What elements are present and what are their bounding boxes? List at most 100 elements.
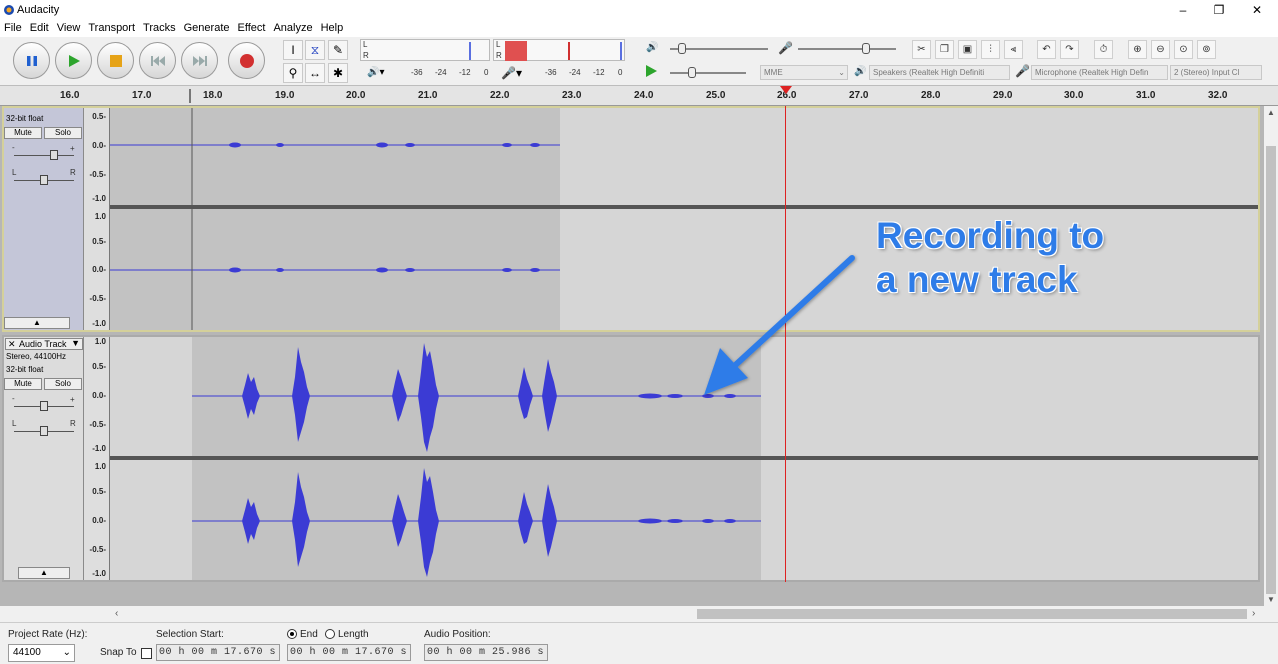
trim-button[interactable]: ⫶ xyxy=(981,40,1000,59)
maximize-button[interactable]: ❐ xyxy=(1204,2,1234,18)
sync-lock-button[interactable]: ⏱ xyxy=(1094,40,1113,59)
track-2-control-panel[interactable]: ✕ Audio Track ▼ Stereo, 44100Hz 32-bit f… xyxy=(4,337,84,580)
horizontal-scroll-thumb[interactable] xyxy=(697,609,1247,619)
time-shift-tool[interactable]: ↔ xyxy=(305,63,325,83)
timeline-ruler[interactable]: 16.0 17.0 18.0 19.0 20.0 21.0 22.0 23.0 … xyxy=(0,86,1278,106)
audio-track-2[interactable]: ✕ Audio Track ▼ Stereo, 44100Hz 32-bit f… xyxy=(2,335,1260,582)
track-2-name-menu[interactable]: ✕ Audio Track ▼ xyxy=(5,338,83,350)
recording-meter[interactable]: L R xyxy=(360,39,490,61)
playback-meter[interactable]: L R xyxy=(493,39,625,61)
fit-project-button[interactable]: ⊚ xyxy=(1197,40,1216,59)
fit-selection-icon: ⊙ xyxy=(1179,44,1188,55)
track-1-solo-button[interactable]: Solo xyxy=(44,127,82,139)
track-2-collapse-button[interactable]: ▲ xyxy=(18,567,70,579)
track-1-amplitude-scale[interactable]: 0.5- 0.0- -0.5- -1.0 1.0 0.5- 0.0- -0.5-… xyxy=(84,108,110,330)
track-1-collapse-button[interactable]: ▲ xyxy=(4,317,70,329)
ruler-tick: 29.0 xyxy=(993,90,1013,101)
close-button[interactable]: ✕ xyxy=(1242,2,1272,18)
recording-volume-slider[interactable] xyxy=(798,43,896,54)
multi-tool[interactable]: ✱ xyxy=(328,63,348,83)
menu-analyze[interactable]: Analyze xyxy=(269,20,316,34)
undo-button[interactable]: ↶ xyxy=(1037,40,1056,59)
rec-volume-icon[interactable]: 🔊▾ xyxy=(367,67,384,78)
stop-button[interactable] xyxy=(97,42,134,79)
gain-thumb[interactable] xyxy=(40,401,48,411)
gain-thumb[interactable] xyxy=(50,150,58,160)
pause-button[interactable] xyxy=(13,42,50,79)
menu-generate[interactable]: Generate xyxy=(180,20,234,34)
selection-start-field[interactable]: 00 h 00 m 17.670 s xyxy=(156,644,280,661)
menu-transport[interactable]: Transport xyxy=(84,20,139,34)
scale-label: -1.0 xyxy=(92,569,106,578)
end-radio[interactable] xyxy=(287,629,297,639)
playback-device-select[interactable]: Speakers (Realtek High Definiti xyxy=(869,65,1010,80)
horizontal-scrollbar[interactable]: ‹ › xyxy=(0,606,1264,622)
zoom-in-button[interactable]: ⊕ xyxy=(1128,40,1147,59)
skip-to-start-button[interactable] xyxy=(139,42,176,79)
record-button[interactable] xyxy=(228,42,265,79)
paste-button[interactable]: ▣ xyxy=(958,40,977,59)
redo-button[interactable]: ↷ xyxy=(1060,40,1079,59)
envelope-tool[interactable]: ⧖ xyxy=(305,40,325,60)
vertical-scroll-thumb[interactable] xyxy=(1266,146,1276,594)
track-2-solo-button[interactable]: Solo xyxy=(44,378,82,390)
scale-label: 1.0 xyxy=(94,212,106,221)
length-radio[interactable] xyxy=(325,629,335,639)
snap-to-checkbox[interactable] xyxy=(141,648,152,659)
vertical-scrollbar[interactable]: ▲ ▼ xyxy=(1264,106,1278,606)
channels-select[interactable]: 2 (Stereo) Input Cl xyxy=(1170,65,1262,80)
track-1-mute-button[interactable]: Mute xyxy=(4,127,42,139)
recording-device-value: Microphone (Realtek High Defin xyxy=(1035,68,1149,77)
zoom-out-button[interactable]: ⊖ xyxy=(1151,40,1170,59)
silence-icon: ⫷ xyxy=(1010,44,1017,55)
track-2-mute-button[interactable]: Mute xyxy=(4,378,42,390)
track-2-pan-slider[interactable] xyxy=(14,426,74,436)
track-2-format: 32-bit float xyxy=(6,365,44,374)
draw-tool[interactable]: ✎ xyxy=(328,40,348,60)
pan-thumb[interactable] xyxy=(40,426,48,436)
skip-to-end-button[interactable] xyxy=(181,42,218,79)
menu-tracks[interactable]: Tracks xyxy=(139,20,180,34)
tracks-panel[interactable]: 32-bit float Mute Solo - + L R ▲ 0.5- 0.… xyxy=(0,106,1264,606)
scroll-up-icon[interactable]: ▲ xyxy=(1267,108,1275,117)
audio-position-field[interactable]: 00 h 00 m 25.986 s xyxy=(424,644,548,661)
selection-tool[interactable]: I xyxy=(283,40,303,60)
track-1-control-panel[interactable]: 32-bit float Mute Solo - + L R ▲ xyxy=(4,108,84,330)
pan-thumb[interactable] xyxy=(40,175,48,185)
menu-file[interactable]: File xyxy=(0,20,26,34)
track-2-gain-slider[interactable] xyxy=(14,401,74,411)
track-2-waveform-area[interactable] xyxy=(110,337,1258,580)
zoom-tool[interactable]: ⚲ xyxy=(283,63,303,83)
recording-device-select[interactable]: Microphone (Realtek High Defin xyxy=(1031,65,1168,80)
recording-volume-thumb[interactable] xyxy=(862,43,870,54)
track-2-close-button[interactable]: ✕ xyxy=(8,339,16,350)
play-at-speed-button[interactable] xyxy=(643,63,663,81)
project-rate-select[interactable]: 44100 ⌄ xyxy=(8,644,75,662)
fit-selection-button[interactable]: ⊙ xyxy=(1174,40,1193,59)
track-1-gain-slider[interactable] xyxy=(14,150,74,160)
project-rate-label: Project Rate (Hz): xyxy=(8,629,88,640)
track-2-amplitude-scale[interactable]: 1.0 0.5- 0.0- -0.5- -1.0 1.0 0.5- 0.0- -… xyxy=(84,337,110,580)
menu-effect[interactable]: Effect xyxy=(234,20,270,34)
scroll-down-icon[interactable]: ▼ xyxy=(1267,595,1275,604)
silence-button[interactable]: ⫷ xyxy=(1004,40,1023,59)
menu-edit[interactable]: Edit xyxy=(26,20,53,34)
play-speed-slider[interactable] xyxy=(670,67,746,78)
ruler-tick: 31.0 xyxy=(1136,90,1156,101)
scroll-right-icon[interactable]: › xyxy=(1252,608,1255,619)
selection-end-field[interactable]: 00 h 00 m 17.670 s xyxy=(287,644,411,661)
gain-plus-label: + xyxy=(70,395,75,404)
copy-button[interactable]: ❐ xyxy=(935,40,954,59)
minimize-button[interactable]: – xyxy=(1168,2,1198,18)
mic-monitor-icon[interactable]: 🎤▾ xyxy=(501,66,522,80)
menu-help[interactable]: Help xyxy=(317,20,348,34)
audio-host-select[interactable]: MME ⌄ xyxy=(760,65,848,80)
menu-view[interactable]: View xyxy=(53,20,85,34)
play-button[interactable] xyxy=(55,42,92,79)
play-speed-thumb[interactable] xyxy=(688,67,696,78)
cut-button[interactable]: ✂ xyxy=(912,40,931,59)
scroll-left-icon[interactable]: ‹ xyxy=(115,608,118,619)
track-1-pan-slider[interactable] xyxy=(14,175,74,185)
playback-volume-slider[interactable] xyxy=(670,43,768,54)
playback-volume-thumb[interactable] xyxy=(678,43,686,54)
